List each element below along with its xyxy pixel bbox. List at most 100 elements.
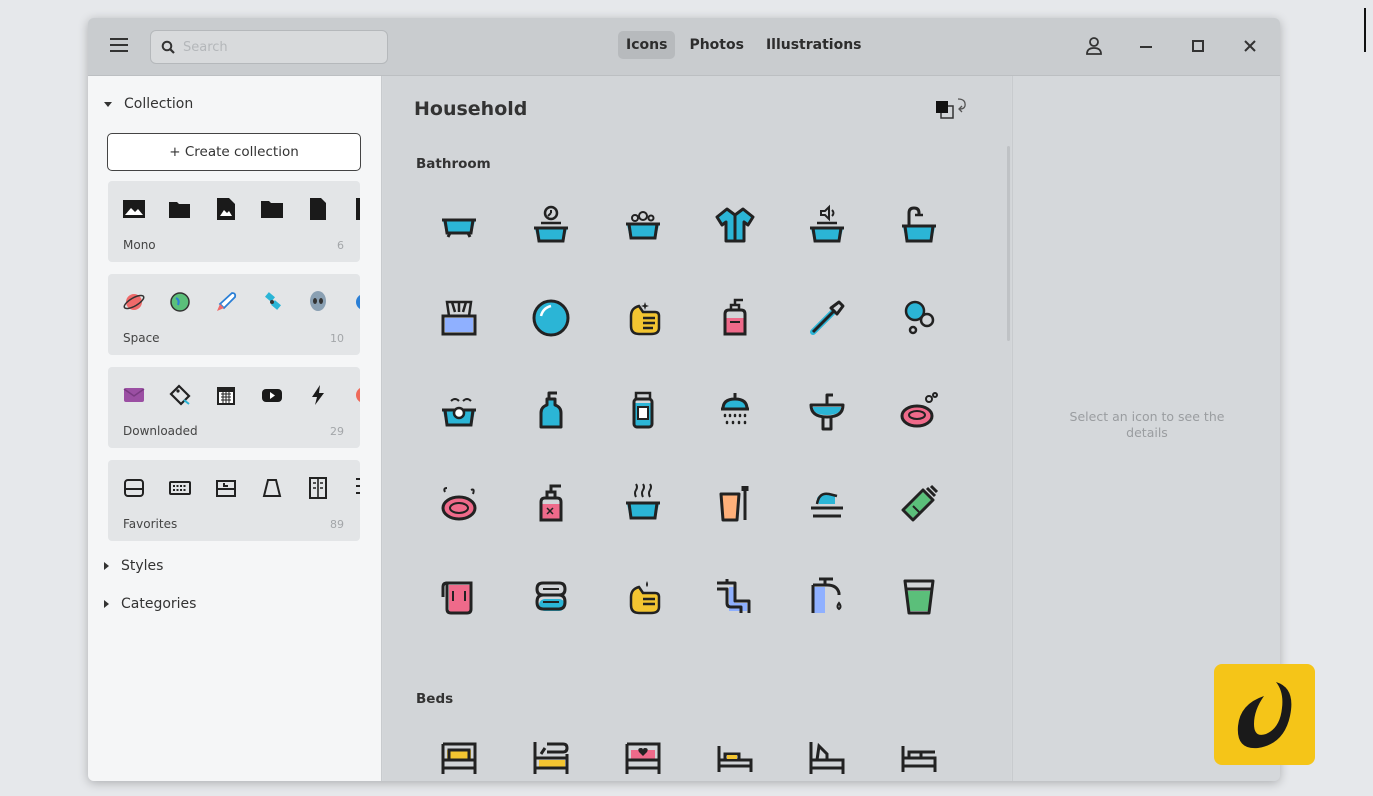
- collection-card-mono[interactable]: Mono 6: [108, 181, 360, 262]
- collection-card-space[interactable]: Space 10: [108, 274, 360, 355]
- bath-timer-icon: [534, 205, 568, 242]
- soap-bubbles-icon: [904, 300, 935, 334]
- baby-bath-icon: [442, 397, 476, 426]
- icon-tile[interactable]: [505, 364, 597, 457]
- styles-section-toggle[interactable]: Styles: [104, 558, 163, 574]
- shower-icon: [721, 392, 749, 424]
- search-input[interactable]: [183, 39, 387, 55]
- collection-count: 29: [330, 425, 344, 438]
- shampoo-bottle-icon: [632, 391, 654, 428]
- tab-icons[interactable]: Icons: [618, 31, 676, 59]
- icon-tile[interactable]: [781, 457, 873, 550]
- icon-tile[interactable]: [781, 178, 873, 271]
- maximize-icon[interactable]: [1186, 34, 1210, 58]
- towel-icon: [441, 581, 473, 614]
- title-bar: Icons Photos Illustrations: [88, 18, 1280, 76]
- icon-tile[interactable]: [873, 364, 965, 457]
- app-window: Icons Photos Illustrations Collection + …: [88, 18, 1280, 781]
- collection-name: Space: [123, 331, 160, 345]
- icon-tile[interactable]: [781, 711, 873, 781]
- icon-tile[interactable]: [873, 178, 965, 271]
- color-swap-icon[interactable]: [934, 95, 974, 127]
- tab-photos[interactable]: Photos: [681, 31, 752, 59]
- tissue-box-icon: [441, 300, 477, 335]
- screen-edge-bar: [1364, 8, 1366, 52]
- search-box[interactable]: [150, 30, 388, 64]
- collection-count: 89: [330, 518, 344, 531]
- icon-tile[interactable]: [597, 271, 689, 364]
- tab-bar: Icons Photos Illustrations: [618, 31, 870, 59]
- beds-icon-grid: [413, 711, 965, 781]
- lotion-pump-icon: [539, 484, 563, 521]
- icon-tile[interactable]: [413, 271, 505, 364]
- icon-tile[interactable]: [505, 178, 597, 271]
- create-collection-button[interactable]: + Create collection: [107, 133, 361, 171]
- search-icon: [161, 40, 175, 54]
- page-title: Household: [414, 98, 528, 120]
- faucet-icon: [811, 577, 842, 613]
- icon-tile[interactable]: [413, 711, 505, 781]
- icon-tile[interactable]: [689, 711, 781, 781]
- icon-tile[interactable]: [781, 550, 873, 643]
- icon-tile[interactable]: [413, 178, 505, 271]
- icon-tile[interactable]: [873, 271, 965, 364]
- bathrobe-icon: [715, 207, 755, 242]
- section-label-bathroom: Bathroom: [416, 156, 491, 172]
- details-empty-text: Select an icon to see the details: [1069, 409, 1225, 440]
- section-label-beds: Beds: [416, 691, 454, 707]
- mirror-icon: [532, 299, 570, 336]
- icon-tile[interactable]: [873, 550, 965, 643]
- single-bed-icon: [717, 745, 753, 772]
- scrollbar[interactable]: [1007, 146, 1010, 341]
- icon-tile[interactable]: [689, 550, 781, 643]
- collection-card-downloaded[interactable]: Downloaded 29: [108, 367, 360, 448]
- icon-tile[interactable]: [689, 364, 781, 457]
- bucket-icon: [903, 579, 935, 614]
- categories-section-toggle[interactable]: Categories: [104, 596, 196, 612]
- icon-tile[interactable]: [505, 711, 597, 781]
- icon-tile[interactable]: [781, 364, 873, 457]
- categories-header: Categories: [121, 596, 197, 612]
- lamp-icon: [262, 479, 282, 497]
- icon-tile[interactable]: [689, 178, 781, 271]
- close-icon[interactable]: [1238, 34, 1262, 58]
- icon-tile[interactable]: [597, 364, 689, 457]
- collection-name: Favorites: [123, 517, 178, 531]
- menu-icon[interactable]: [110, 38, 128, 52]
- chevron-down-icon: [104, 101, 112, 107]
- icon-tile[interactable]: [689, 457, 781, 550]
- bubble-bath-icon: [626, 210, 660, 239]
- collection-card-favorites[interactable]: Favorites 89: [108, 460, 360, 541]
- icon-tile[interactable]: [597, 178, 689, 271]
- icon-tile[interactable]: [597, 550, 689, 643]
- tag-icon: [169, 384, 191, 406]
- collection-name: Downloaded: [123, 424, 198, 438]
- icon-tile[interactable]: [873, 711, 965, 781]
- bathtub-faucet-icon: [902, 205, 936, 242]
- icon-tile[interactable]: [413, 457, 505, 550]
- styles-header: Styles: [121, 558, 164, 574]
- earth-icon: [170, 292, 190, 312]
- collection-section-toggle[interactable]: Collection: [104, 96, 193, 112]
- icon-tile[interactable]: [505, 550, 597, 643]
- keyboard-icon: [169, 481, 191, 495]
- icon-tile[interactable]: [597, 457, 689, 550]
- inbox-icon: [124, 479, 144, 497]
- tab-illustrations[interactable]: Illustrations: [758, 31, 870, 59]
- icon-tile[interactable]: [505, 457, 597, 550]
- icon-tile[interactable]: [781, 271, 873, 364]
- icon-tile[interactable]: [505, 271, 597, 364]
- icon-tile[interactable]: [597, 711, 689, 781]
- icon-tile[interactable]: [873, 457, 965, 550]
- icon-tile[interactable]: [413, 550, 505, 643]
- user-icon[interactable]: [1082, 34, 1106, 58]
- icon-tile[interactable]: [689, 271, 781, 364]
- toothbrush-cup-icon: [719, 485, 749, 521]
- collection-name: Mono: [123, 238, 156, 252]
- bathtub-icon: [442, 218, 476, 238]
- minimize-icon[interactable]: [1134, 34, 1158, 58]
- app-logo: [1214, 664, 1315, 765]
- icon-tile[interactable]: [413, 364, 505, 457]
- clean-hands-icon: [629, 301, 661, 335]
- image-file-icon: [217, 198, 235, 220]
